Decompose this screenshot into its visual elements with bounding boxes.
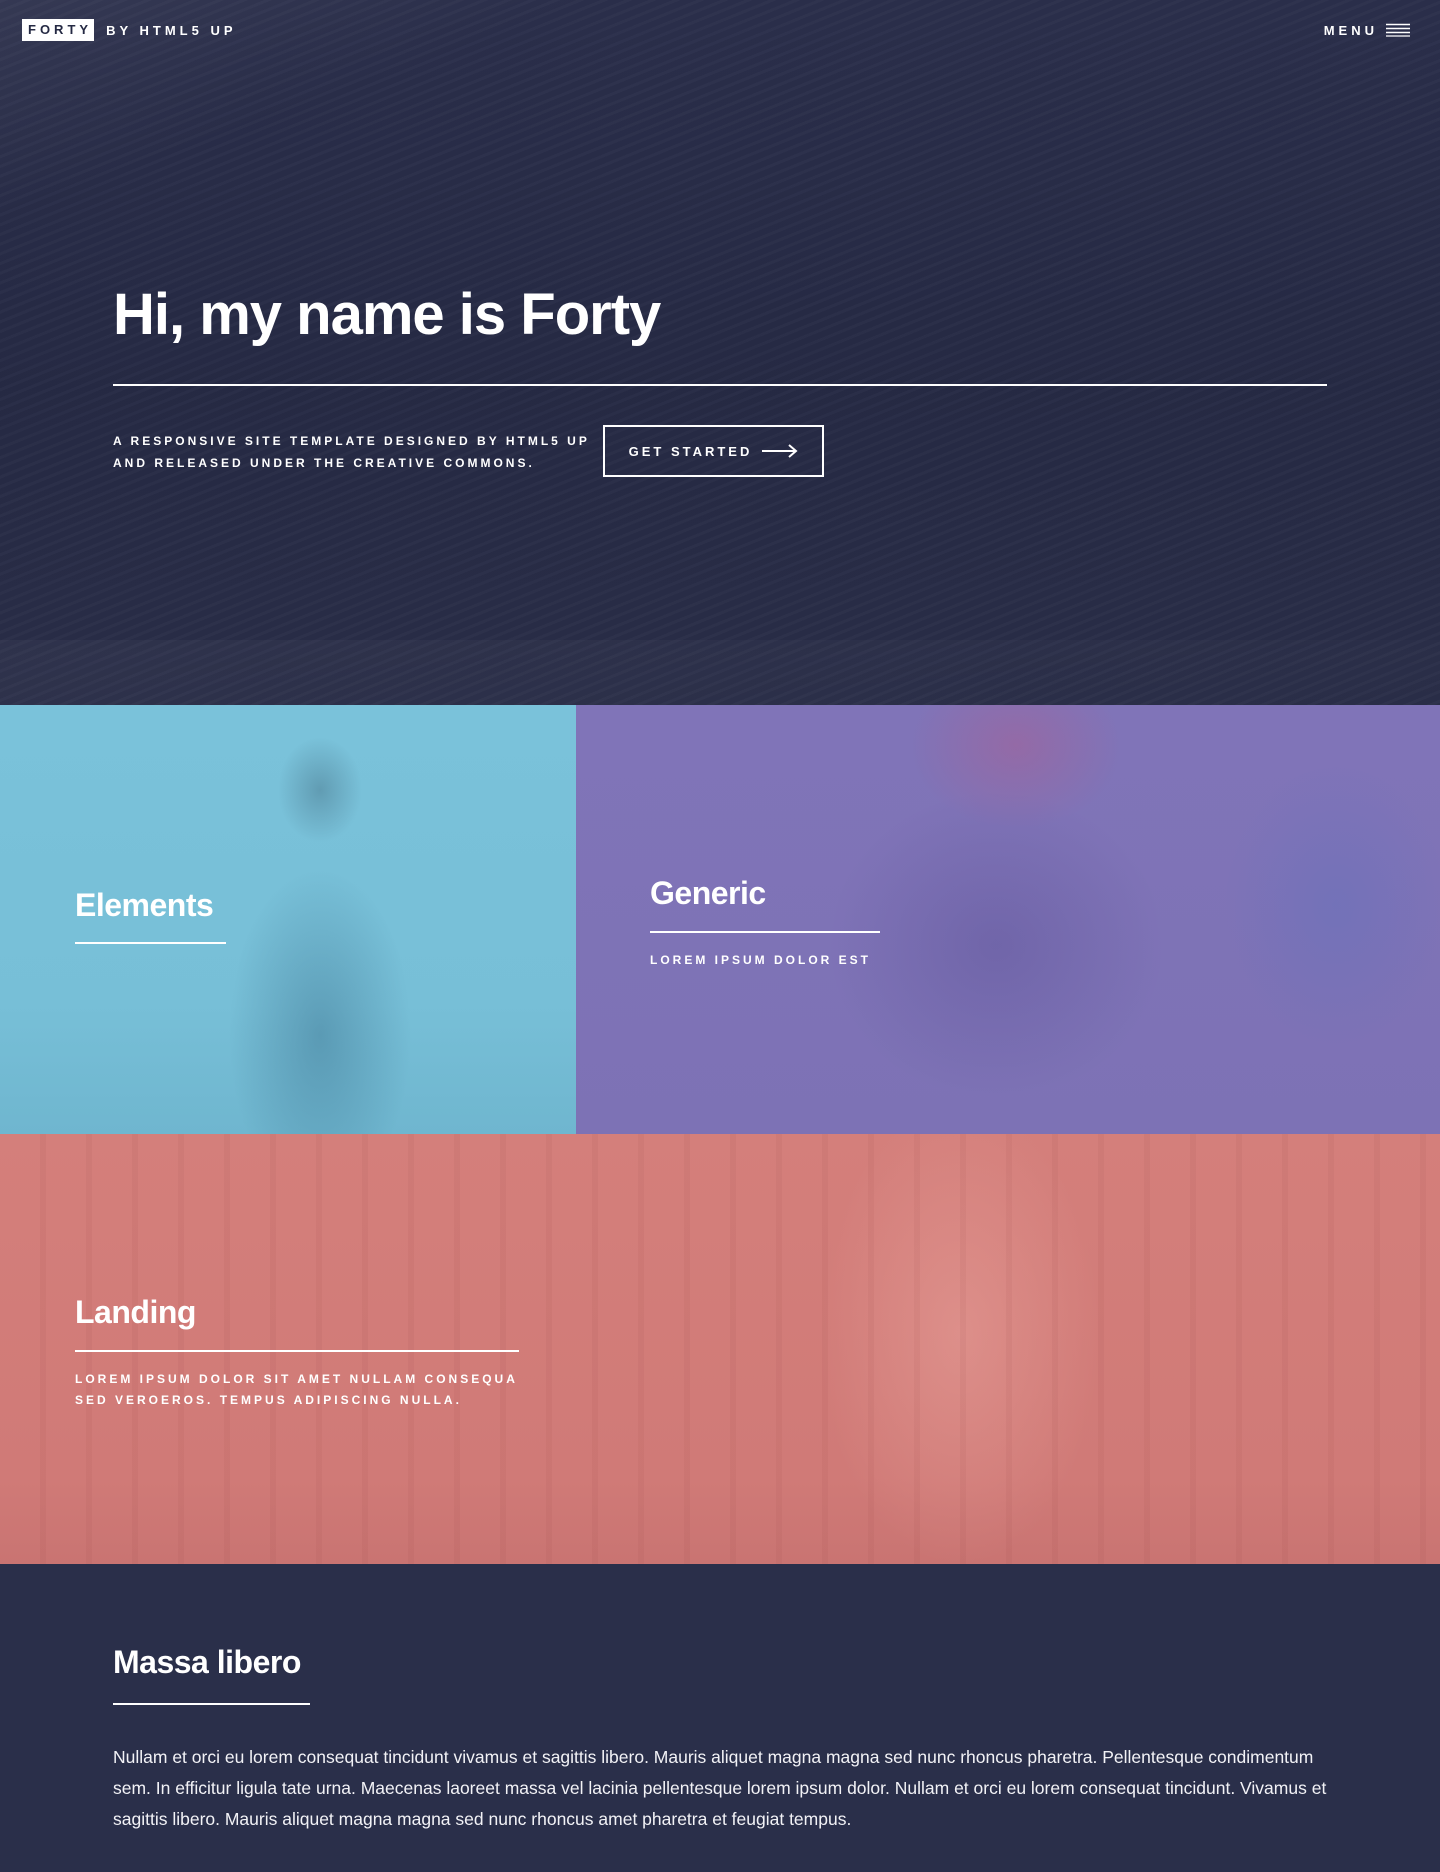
main-paragraph: Nullam et orci eu lorem consequat tincid… (113, 1747, 1327, 1829)
tile-generic-divider (650, 931, 880, 933)
tile-landing-title: Landing (75, 1294, 196, 1330)
tile-elements[interactable]: Elements (0, 705, 576, 1134)
banner-shade (0, 640, 1440, 705)
banner-tagline-line1: A RESPONSIVE SITE TEMPLATE DESIGNED BY H… (113, 434, 590, 448)
menu-button[interactable]: MENU (1324, 19, 1410, 41)
site-header: FORTY BY HTML5 UP MENU (0, 0, 1440, 60)
tile-generic[interactable]: Generic LOREM IPSUM DOLOR EST (576, 705, 1440, 1134)
tile-landing-subtitle-line1: LOREM IPSUM DOLOR SIT AMET NULLAM CONSEQ… (75, 1372, 518, 1386)
tile-landing-subtitle: LOREM IPSUM DOLOR SIT AMET NULLAM CONSEQ… (75, 1369, 518, 1411)
tile-landing-divider (75, 1350, 519, 1352)
tile-generic-title: Generic (650, 875, 766, 911)
tile-elements-title: Elements (75, 887, 214, 923)
arrow-right-icon (762, 444, 798, 458)
tile-landing-subtitle-line2: SED VEROEROS. TEMPUS ADIPISCING NULLA. (75, 1393, 462, 1407)
site-logo[interactable]: FORTY BY HTML5 UP (22, 19, 237, 41)
banner-tagline: A RESPONSIVE SITE TEMPLATE DESIGNED BY H… (113, 430, 593, 474)
tile-generic-subtitle: LOREM IPSUM DOLOR EST (650, 953, 872, 967)
banner: Hi, my name is Forty A RESPONSIVE SITE T… (0, 0, 1440, 705)
main-title: Massa libero (113, 1644, 301, 1680)
menu-label: MENU (1323, 22, 1378, 38)
banner-divider (113, 384, 1327, 386)
tile-landing[interactable]: Landing LOREM IPSUM DOLOR SIT AMET NULLA… (0, 1134, 1440, 1564)
banner-title: Hi, my name is Forty (113, 282, 661, 347)
tile-elements-divider (75, 942, 226, 944)
get-started-button[interactable]: GET STARTED (603, 425, 824, 477)
main-section: Massa libero Nullam et orci eu lorem con… (0, 1564, 1440, 1872)
banner-tagline-line2: AND RELEASED UNDER THE CREATIVE COMMONS. (113, 456, 535, 470)
main-divider (113, 1703, 310, 1705)
hamburger-icon (1386, 23, 1410, 37)
logo-byline: BY HTML5 UP (106, 22, 237, 38)
logo-box: FORTY (22, 19, 95, 41)
get-started-label: GET STARTED (628, 443, 753, 459)
